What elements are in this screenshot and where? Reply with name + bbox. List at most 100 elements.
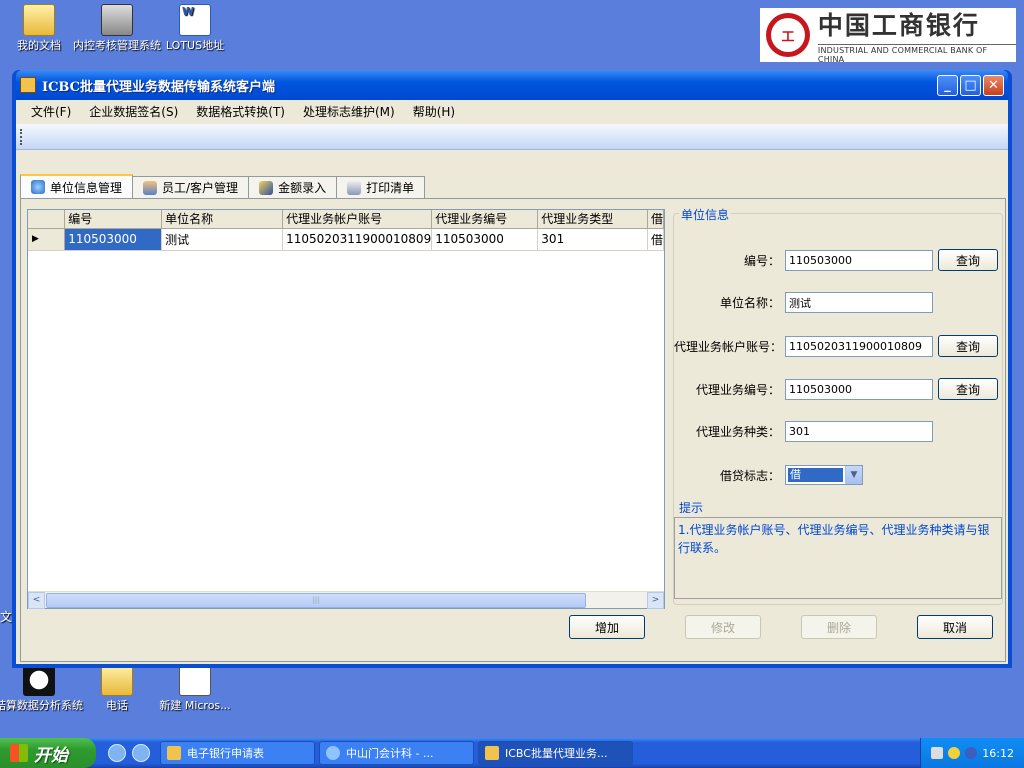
scroll-thumb[interactable]: ||| [46,592,586,608]
field-label: 借贷标志： [719,468,780,483]
cell-agency-type[interactable]: 301 [537,228,648,251]
show-desktop-icon[interactable] [132,744,150,762]
delete-button[interactable]: 删除 [801,615,877,639]
field-label: 单位名称： [719,296,780,310]
quick-launch [108,744,156,762]
folder-icon [101,664,133,696]
field-label: 编号： [743,253,780,268]
folder-icon [167,746,181,760]
code-input[interactable] [785,249,933,271]
add-button[interactable]: 增加 [569,615,645,639]
app-window: ICBC批量代理业务数据传输系统客户端 _ □ ✕ 文件(F) 企业数据签名(S… [12,70,1012,668]
tab-employee-customer[interactable]: 员工/客户管理 [132,176,250,198]
unit-data-grid[interactable]: 编号 单位名称 代理业务帐户账号 代理业务编号 代理业务类型 借 ▶ 11050… [27,209,665,609]
cell-unit-name[interactable]: 测试 [161,228,284,251]
column-header-agency-code[interactable]: 代理业务编号 [431,210,539,229]
agency-code-input[interactable] [785,378,933,400]
windows-flag-icon [10,744,28,762]
tab-print-list[interactable]: 打印清单 [336,176,426,198]
column-header-agency-type[interactable]: 代理业务类型 [537,210,648,229]
scroll-left-icon[interactable]: < [28,591,45,609]
query-account-button[interactable]: 查询 [938,335,998,357]
printer-icon [347,180,362,195]
account-input[interactable] [785,335,933,357]
menu-help[interactable]: 帮助(H) [404,103,464,120]
task-button-application-form[interactable]: 电子银行申请表 [160,741,315,765]
shield-icon[interactable] [948,747,961,759]
clock: 16:12 [982,746,1014,760]
internet-explorer-icon[interactable] [108,744,126,762]
menu-format-convert[interactable]: 数据格式转换(T) [187,103,294,120]
field-row-code: 编号： 查询 [674,249,998,271]
title-bar[interactable]: ICBC批量代理业务数据传输系统客户端 _ □ ✕ [16,70,1008,100]
taskbar: 开始 电子银行申请表 中山门会计科 - ... ICBC批量代理业务... 16… [0,738,1024,768]
row-selector-icon[interactable]: ▶ [28,228,66,251]
desktop-icon-new-document[interactable]: 新建 Micros... [150,664,240,712]
icbc-seal-icon: 工 [766,13,810,57]
cell-account[interactable]: 1105020311900010809 [282,228,433,251]
column-header-unit-name[interactable]: 单位名称 [161,210,284,229]
close-button[interactable]: ✕ [983,74,1004,96]
keyboard-icon[interactable] [931,747,944,759]
app-icon [20,77,36,93]
task-button-accounting[interactable]: 中山门会计科 - ... [319,741,474,765]
printer-icon [101,4,133,36]
debit-flag-value: 借 [788,468,843,482]
field-label: 代理业务帐户账号： [674,339,783,354]
start-button[interactable]: 开始 [0,738,96,768]
menu-flag-maintenance[interactable]: 处理标志维护(M) [294,103,404,120]
maximize-button[interactable]: □ [960,74,981,96]
task-button-icbc-client[interactable]: ICBC批量代理业务... [478,741,633,765]
network-icon[interactable] [965,747,978,759]
cell-debit[interactable]: 借 [647,228,665,251]
field-label: 代理业务种类： [695,425,780,439]
cell-code[interactable]: 110503000 [64,228,163,251]
horizontal-scrollbar[interactable]: < ||| > [28,591,664,609]
desktop-icon-phone[interactable]: 电话 [72,664,162,712]
grid-table: 编号 单位名称 代理业务帐户账号 代理业务编号 代理业务类型 借 ▶ 11050… [28,210,665,251]
panda-icon [23,664,55,696]
start-label: 开始 [34,745,68,766]
menu-file[interactable]: 文件(F) [22,103,80,120]
field-row-debit-flag: 借贷标志： 借 ▼ [674,465,863,485]
edit-button[interactable]: 修改 [685,615,761,639]
column-header-debit[interactable]: 借 [647,210,665,229]
minimize-button[interactable]: _ [937,74,958,96]
desktop-icon-lotus[interactable]: W LOTUS地址 [150,4,240,52]
tab-label: 打印清单 [366,181,415,195]
query-code-button[interactable]: 查询 [938,249,998,271]
menu-signature[interactable]: 企业数据签名(S) [80,103,187,120]
desktop-icon-internal-control[interactable]: 内控考核管理系统 [72,4,162,52]
desktop-icon-label: LOTUS地址 [165,39,225,52]
agency-type-input[interactable] [785,421,933,442]
bank-name-en: INDUSTRIAL AND COMMERCIAL BANK OF CHINA [817,44,1016,64]
column-header-code[interactable]: 编号 [64,210,163,229]
field-label: 代理业务编号： [695,382,780,397]
unit-info-title: 单位信息 [679,206,732,223]
unit-name-input[interactable] [785,292,933,313]
tab-unit-info[interactable]: 单位信息管理 [20,174,134,198]
field-row-account: 代理业务帐户账号： 查询 [674,335,998,357]
toolbar [16,124,1008,150]
folder-icon [23,4,55,36]
tab-amount-entry[interactable]: 金额录入 [248,176,338,198]
hint-group: 提示 1.代理业务帐户账号、代理业务编号、代理业务种类请与银行联系。 [672,499,1006,605]
word-document-icon: W [179,4,211,36]
chevron-down-icon[interactable]: ▼ [845,466,862,484]
grid-header-row: 编号 单位名称 代理业务帐户账号 代理业务编号 代理业务类型 借 [28,210,665,229]
pencil-icon [259,180,274,195]
toolbar-grip[interactable] [20,128,23,145]
debit-flag-select[interactable]: 借 ▼ [785,465,863,485]
people-icon [143,180,158,195]
cancel-button[interactable]: 取消 [917,615,993,639]
globe-icon [31,180,45,194]
task-label: 电子银行申请表 [187,747,264,760]
cell-agency-code[interactable]: 110503000 [431,228,539,251]
field-row-agency-type: 代理业务种类： [674,421,933,442]
column-header-account[interactable]: 代理业务帐户账号 [282,210,433,229]
unit-info-group: 单位信息 编号： 查询 单位名称： 代理业务帐户账号： 查询 代理业务编号： [672,206,1006,605]
table-row[interactable]: ▶ 110503000 测试 1105020311900010809 11050… [28,228,665,251]
query-agency-code-button[interactable]: 查询 [938,378,998,400]
scroll-right-icon[interactable]: > [647,591,664,609]
field-row-unit-name: 单位名称： [674,292,933,313]
